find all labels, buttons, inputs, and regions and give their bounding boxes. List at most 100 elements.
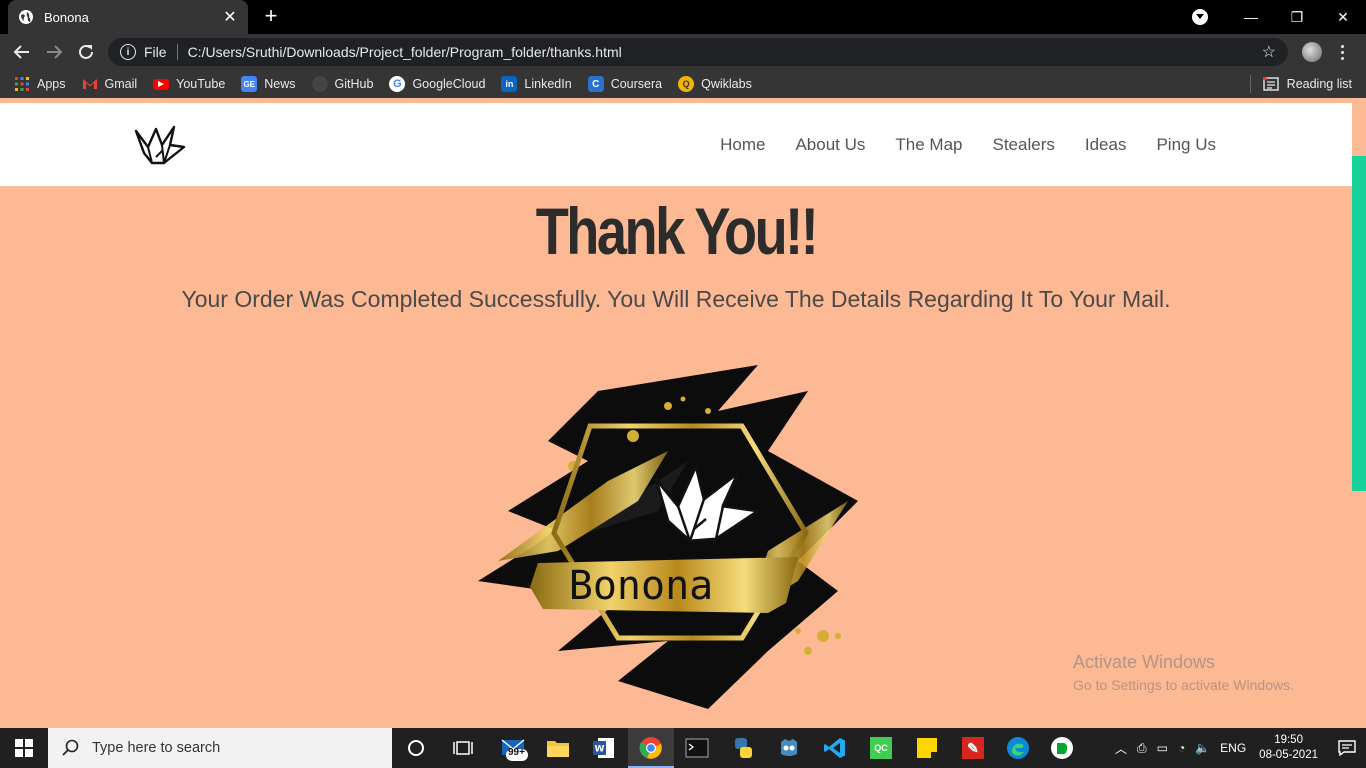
close-window-icon[interactable]: ✕ (1320, 0, 1366, 34)
nav-ping-us[interactable]: Ping Us (1156, 135, 1216, 155)
page-scrollbar[interactable] (1352, 103, 1366, 728)
bookmark-youtube[interactable]: YouTube (153, 77, 225, 91)
crane-logo-icon[interactable] (134, 123, 186, 165)
watermark-title: Activate Windows (1073, 652, 1216, 672)
bonona-brand-logo: Bonona (478, 365, 858, 709)
reading-list-icon (1262, 77, 1279, 91)
reading-list-label: Reading list (1286, 77, 1352, 91)
battery-icon[interactable]: ▭ (1157, 741, 1168, 755)
reload-icon[interactable] (74, 40, 98, 64)
clock-date: 08-05-2021 (1259, 749, 1318, 761)
acrobat-icon[interactable]: ✎ (957, 732, 989, 764)
tab-close-icon[interactable]: ✕ (222, 7, 238, 27)
bookmark-news[interactable]: GE News (241, 76, 296, 92)
address-bar[interactable]: i File C:/Users/Sruthi/Downloads/Project… (108, 38, 1288, 66)
language-indicator[interactable]: ENG (1220, 741, 1246, 755)
restore-icon[interactable]: ❐ (1274, 0, 1320, 34)
windows-taskbar: Type here to search 99+ W QC ✎ ︿ ⎙ ▭ ◔ 🔈… (0, 728, 1366, 768)
bookmark-github[interactable]: GitHub (311, 76, 374, 92)
search-placeholder: Type here to search (92, 740, 221, 756)
notification-center-icon[interactable] (1328, 728, 1366, 768)
show-hidden-icons-chevron-icon[interactable]: ︿ (1115, 740, 1127, 757)
file-explorer-icon[interactable] (542, 732, 574, 764)
browser-toolbar: i File C:/Users/Sruthi/Downloads/Project… (0, 34, 1366, 70)
browser-tab[interactable]: Bonona ✕ (8, 0, 248, 34)
back-arrow-icon[interactable] (10, 40, 34, 64)
window-controls: — ❐ ✕ (1192, 0, 1366, 34)
url-text[interactable]: C:/Users/Sruthi/Downloads/Project_folder… (188, 44, 1262, 60)
bookmark-coursera[interactable]: C Coursera (587, 76, 663, 92)
bookmark-apps[interactable]: Apps (14, 76, 66, 92)
tab-title: Bonona (44, 9, 89, 25)
nav-ideas[interactable]: Ideas (1085, 135, 1127, 155)
bookmark-label: GitHub (334, 77, 374, 91)
word-icon[interactable]: W (588, 732, 620, 764)
wifi-icon[interactable]: ◔ (1178, 741, 1185, 755)
github-icon (311, 76, 328, 92)
evernote-icon[interactable] (1046, 732, 1078, 764)
terminal-icon[interactable] (681, 732, 713, 764)
bookmark-qwiklabs[interactable]: Q Qwiklabs (678, 76, 752, 92)
browser-tab-strip: Bonona ✕ + — ❐ ✕ (0, 0, 1366, 34)
python-icon[interactable] (727, 732, 759, 764)
nav-stealers[interactable]: Stealers (993, 135, 1055, 155)
godot-icon[interactable] (773, 732, 805, 764)
bookmarks-divider (1249, 75, 1251, 93)
order-success-message: Your Order Was Completed Successfully. Y… (181, 286, 1171, 312)
bookmark-googlecloud[interactable]: G GoogleCloud (389, 76, 485, 92)
minimize-icon[interactable]: — (1228, 0, 1274, 34)
start-windows-icon[interactable] (0, 728, 48, 768)
task-view-icon[interactable] (447, 732, 479, 764)
watermark-subtitle: Go to Settings to activate Windows. (1073, 677, 1294, 693)
system-tray: ︿ ⎙ ▭ ◔ 🔈 ENG 19:50 08-05-2021 (1110, 728, 1366, 768)
globe-icon (19, 10, 33, 24)
clock-time: 19:50 (1274, 734, 1303, 746)
qt-creator-icon[interactable]: QC (865, 732, 897, 764)
reading-list-button[interactable]: Reading list (1249, 70, 1352, 98)
profile-avatar[interactable] (1302, 42, 1322, 62)
bookmark-label: Qwiklabs (701, 77, 752, 91)
activate-windows-watermark: Activate Windows Go to Settings to activ… (1073, 652, 1294, 693)
vscode-icon[interactable] (819, 732, 851, 764)
address-scheme-label: File (144, 44, 167, 60)
edge-icon[interactable] (1002, 732, 1034, 764)
taskbar-clock[interactable]: 19:50 08-05-2021 (1259, 733, 1318, 763)
thank-you-heading: Thank You!! (535, 194, 819, 268)
qwiklabs-icon: Q (678, 76, 695, 92)
bookmark-label: Coursera (610, 77, 663, 91)
nav-home[interactable]: Home (720, 135, 765, 155)
svg-text:W: W (595, 745, 605, 755)
bookmark-label: Apps (37, 77, 66, 91)
taskbar-search-box[interactable]: Type here to search (48, 728, 392, 768)
menu-kebab-icon[interactable] (1336, 41, 1348, 63)
scrollbar-thumb[interactable] (1352, 156, 1366, 491)
apps-grid-icon (14, 76, 30, 92)
sticky-notes-icon[interactable] (911, 732, 943, 764)
bookmark-linkedin[interactable]: in LinkedIn (501, 76, 572, 92)
info-icon[interactable]: i (120, 44, 136, 60)
bookmark-gmail[interactable]: Gmail (82, 76, 138, 92)
site-nav-links: Home About Us The Map Stealers Ideas Pin… (690, 103, 1216, 186)
gmail-icon (82, 76, 98, 92)
meet-now-icon[interactable]: ⎙ (1137, 741, 1147, 756)
forward-arrow-icon[interactable] (42, 40, 66, 64)
chrome-icon[interactable] (635, 732, 667, 764)
bookmark-label: GoogleCloud (412, 77, 486, 91)
cortana-icon[interactable] (400, 732, 432, 764)
nav-about-us[interactable]: About Us (795, 135, 865, 155)
tab-search-icon[interactable] (1192, 9, 1208, 25)
address-separator (176, 44, 178, 60)
mail-icon[interactable]: 99+ (498, 732, 530, 764)
bookmark-label: YouTube (176, 77, 226, 91)
site-navbar: Home About Us The Map Stealers Ideas Pin… (0, 103, 1352, 186)
bookmarks-bar: Apps Gmail YouTube GE News GitHub G Goog… (0, 70, 1366, 98)
mail-badge: 99+ (508, 747, 525, 758)
bookmark-label: LinkedIn (524, 77, 572, 91)
bookmark-label: Gmail (104, 77, 138, 91)
nav-the-map[interactable]: The Map (895, 135, 962, 155)
bookmark-star-icon[interactable]: ☆ (1262, 42, 1276, 62)
volume-icon[interactable]: 🔈 (1195, 741, 1210, 755)
google-news-icon: GE (241, 76, 258, 92)
linkedin-icon: in (501, 76, 518, 92)
new-tab-button[interactable]: + (260, 5, 282, 27)
